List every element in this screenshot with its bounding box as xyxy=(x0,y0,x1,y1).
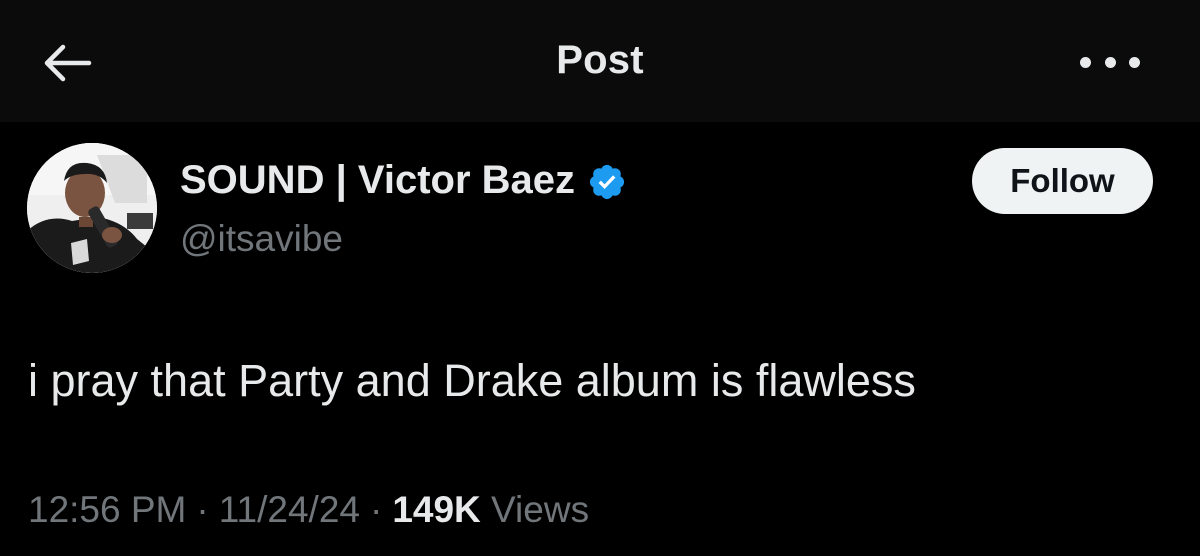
follow-button[interactable]: Follow xyxy=(972,148,1153,214)
post-date[interactable]: 11/24/24 xyxy=(219,489,360,530)
separator: · xyxy=(369,489,383,530)
author-display-name[interactable]: SOUND | Victor Baez xyxy=(180,158,575,203)
separator: · xyxy=(196,489,209,530)
post-metadata: 12:56 PM · 11/24/24 · 149K Views xyxy=(28,489,589,531)
post-time[interactable]: 12:56 PM xyxy=(28,489,186,530)
more-horizontal-icon xyxy=(1080,56,1091,68)
post-text: i pray that Party and Drake album is fla… xyxy=(28,355,916,406)
more-options-button[interactable] xyxy=(1080,44,1140,80)
more-dot xyxy=(1104,56,1116,68)
avatar-image xyxy=(27,143,157,273)
page-title: Post xyxy=(556,38,644,82)
verified-badge-icon xyxy=(589,164,625,200)
views-count: 149K xyxy=(392,489,481,530)
views-label: Views xyxy=(491,489,590,530)
top-bar: Post xyxy=(0,0,1200,122)
avatar[interactable] xyxy=(27,143,157,273)
author-handle[interactable]: @itsavibe xyxy=(180,218,343,260)
more-dot xyxy=(1129,56,1140,68)
